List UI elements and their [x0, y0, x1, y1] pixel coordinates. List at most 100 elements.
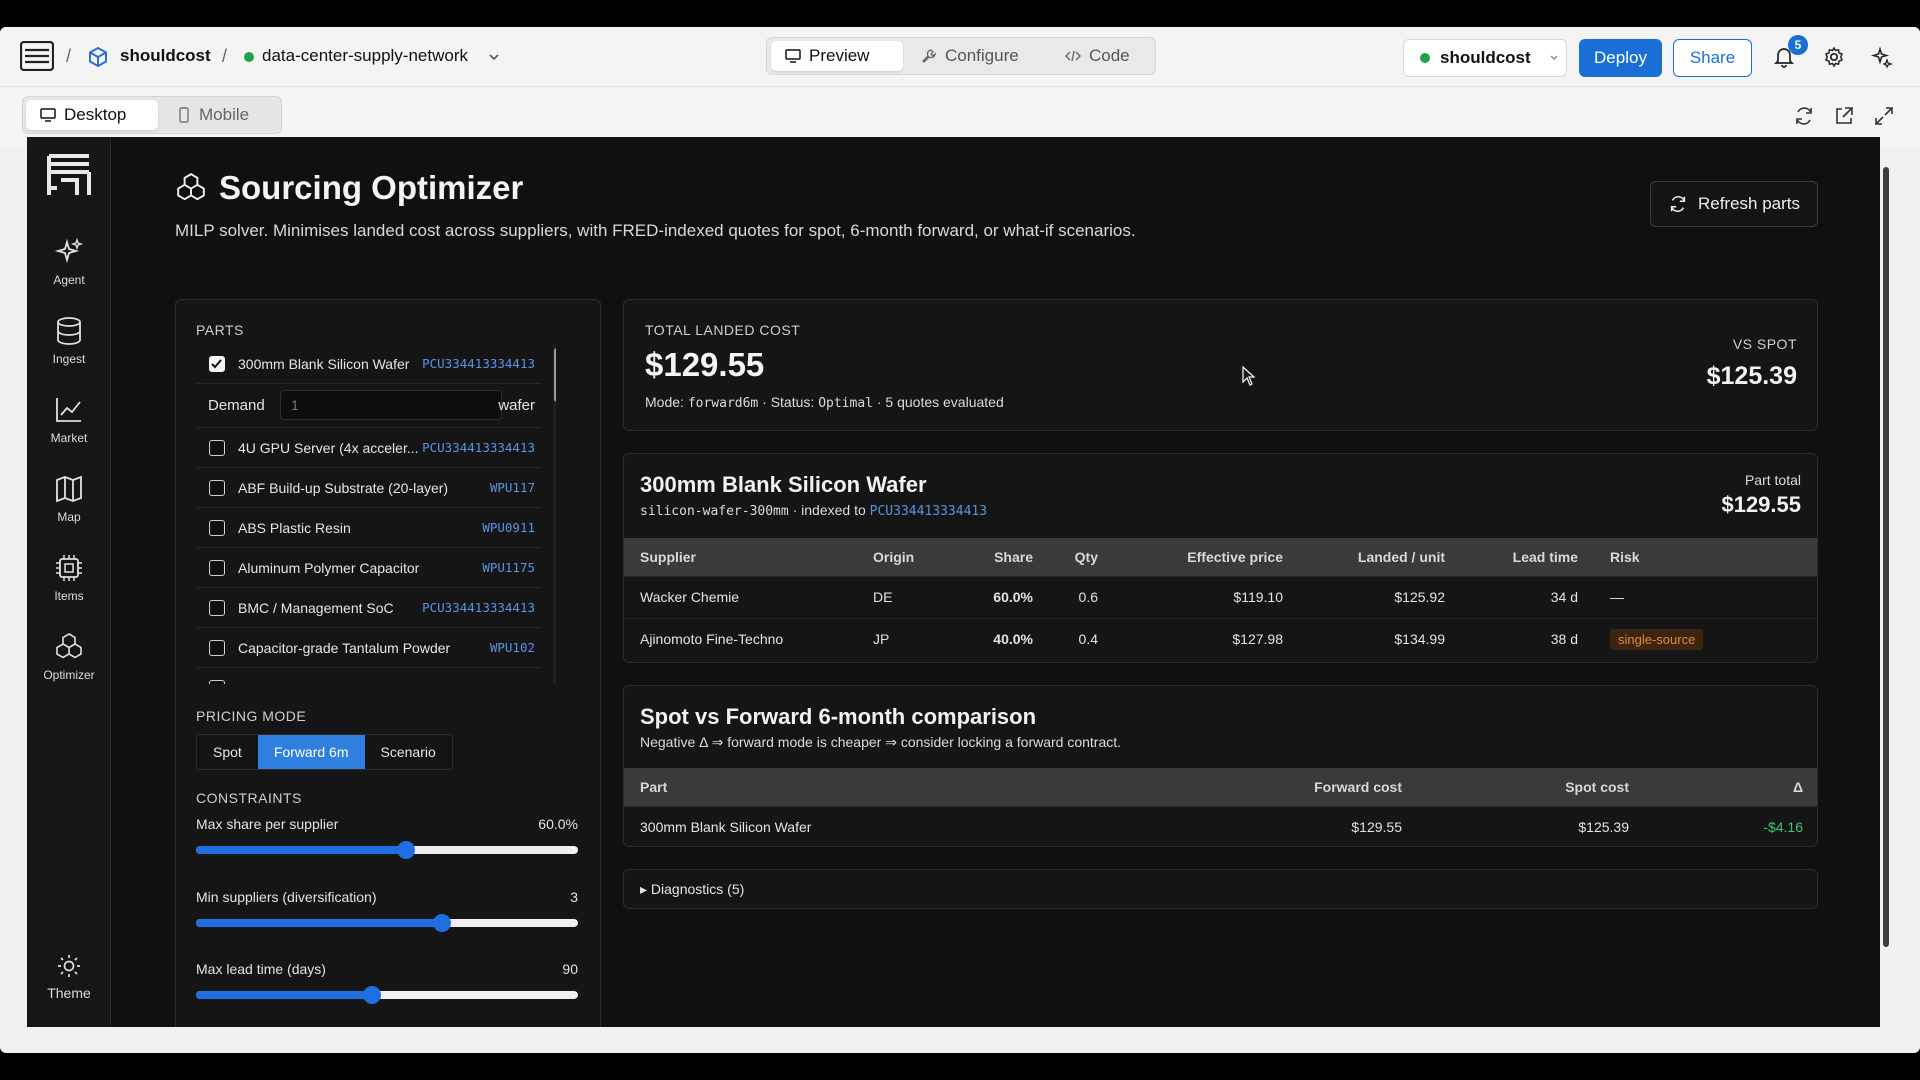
vs-spot-value: $125.39 [1706, 362, 1797, 390]
column-header: Qty [1074, 548, 1098, 565]
tab-desktop[interactable]: Desktop [26, 100, 158, 130]
list-item[interactable]: 4U GPU Server (4x acceler... PCU33441333… [196, 428, 541, 468]
menu-logo-icon[interactable] [20, 41, 54, 71]
tab-preview[interactable]: Preview [771, 41, 903, 71]
list-item[interactable]: Aluminum Polymer Capacitor WPU1175 [196, 548, 541, 588]
quotes-text: · 5 quotes evaluated [872, 394, 1004, 410]
checkbox[interactable] [209, 519, 225, 536]
wrench-icon [922, 49, 936, 63]
checkbox[interactable] [209, 639, 225, 656]
rail-item-optimizer[interactable]: Optimizer [27, 632, 111, 682]
checkbox[interactable] [209, 355, 225, 372]
lead-time-cell: 38 d [1445, 617, 1578, 660]
share-button[interactable]: Share [1673, 39, 1752, 77]
pricing-mode-forward[interactable]: Forward 6m [257, 735, 365, 769]
indexed-code-link[interactable]: PCU334413334413 [870, 504, 987, 519]
part-code[interactable]: PCU334413334413 [422, 356, 535, 371]
sparkle-icon[interactable] [1870, 45, 1894, 69]
supplier-table: Supplier Origin Share Qty Effective pric… [624, 538, 1817, 660]
list-item[interactable]: 300mm Blank Silicon Wafer PCU33441333441… [196, 344, 541, 384]
table-row[interactable]: Wacker Chemie DE 60.0% 0.6 $119.10 $125.… [624, 575, 1817, 618]
parts-scrollbar[interactable] [553, 344, 556, 684]
scrollbar-thumb[interactable] [554, 348, 556, 402]
column-header: Δ [1792, 778, 1803, 795]
checkbox[interactable] [209, 680, 225, 684]
part-code[interactable]: PCU334413334413 [422, 600, 535, 615]
deploy-button[interactable]: Deploy [1579, 39, 1662, 77]
list-item[interactable]: Capacitor-grade Tantalum Powder WPU102 [196, 628, 541, 668]
map-icon [56, 475, 82, 503]
breadcrumb-project[interactable]: data-center-supply-network [262, 46, 468, 66]
account-selector[interactable]: shouldcost [1403, 39, 1567, 77]
comparison-title: Spot vs Forward 6-month comparison [640, 704, 1037, 729]
part-detail-card: 300mm Blank Silicon Wafer silicon-wafer-… [623, 453, 1818, 663]
list-item[interactable] [196, 668, 541, 684]
slider-handle[interactable] [397, 841, 416, 859]
part-total-value: $129.55 [1721, 492, 1801, 517]
part-code[interactable]: WPU1175 [482, 560, 535, 575]
part-name: ABS Plastic Resin [238, 519, 351, 536]
rail-item-market[interactable]: Market [27, 395, 111, 445]
table-row[interactable]: 300mm Blank Silicon Wafer $129.55 $125.3… [624, 805, 1817, 846]
reload-icon[interactable] [1793, 105, 1815, 127]
slider-fill [196, 919, 443, 927]
demand-unit: wafer [498, 397, 535, 414]
pricing-mode-spot[interactable]: Spot [197, 735, 258, 769]
landed-cell: $134.99 [1283, 617, 1445, 660]
page-scrollbar[interactable] [1883, 167, 1889, 947]
list-item[interactable]: ABF Build-up Substrate (20-layer) WPU117 [196, 468, 541, 508]
tab-configure[interactable]: Configure [907, 41, 1047, 71]
diagnostics-disclosure[interactable]: ▸ Diagnostics (5) [623, 869, 1818, 909]
gear-icon[interactable] [1822, 45, 1846, 69]
rail-item-map[interactable]: Map [27, 474, 111, 524]
breadcrumb-org[interactable]: shouldcost [120, 46, 211, 66]
slider-handle[interactable] [362, 986, 381, 1004]
risk-cell: single-source [1578, 617, 1817, 660]
demand-input[interactable] [280, 390, 502, 420]
expand-icon[interactable] [1873, 105, 1895, 127]
checkbox[interactable] [209, 439, 225, 456]
tab-mobile[interactable]: Mobile [163, 100, 273, 130]
app-logo-icon[interactable] [47, 153, 91, 197]
tab-label: Preview [809, 46, 870, 65]
chevron-down-icon[interactable] [488, 51, 500, 63]
constraints-label: CONSTRAINTS [196, 790, 302, 806]
column-header: Forward cost [1314, 778, 1402, 795]
part-code[interactable]: WPU117 [490, 480, 535, 495]
tab-label: Mobile [199, 105, 250, 124]
part-code[interactable]: PCU334413334413 [422, 440, 535, 455]
column-header: Landed / unit [1357, 548, 1445, 565]
rail-item-items[interactable]: Items [27, 553, 111, 603]
rail-item-ingest[interactable]: Ingest [27, 316, 111, 366]
solver-status-line: Mode: forward6m · Status: Optimal · 5 qu… [645, 394, 1004, 411]
origin-cell: JP [873, 617, 967, 660]
part-name: BMC / Management SoC [238, 599, 394, 616]
slider-track[interactable] [196, 841, 578, 859]
theme-toggle[interactable]: Theme [27, 953, 111, 1001]
rail-item-agent[interactable]: Agent [27, 237, 111, 287]
slider-handle[interactable] [433, 914, 452, 932]
slider-fill [196, 991, 372, 999]
external-link-icon[interactable] [1833, 105, 1855, 127]
pricing-mode-scenario[interactable]: Scenario [364, 735, 452, 769]
list-item[interactable]: BMC / Management SoC PCU334413334413 [196, 588, 541, 628]
table-row[interactable]: Ajinomoto Fine-Techno JP 40.0% 0.4 $127.… [624, 617, 1817, 660]
checkbox[interactable] [209, 479, 225, 496]
share-cell: 40.0% [967, 617, 1033, 660]
list-item[interactable]: ABS Plastic Resin WPU0911 [196, 508, 541, 548]
theme-label: Theme [47, 985, 91, 1001]
slider-track[interactable] [196, 914, 578, 932]
forward-cost-cell: $129.55 [1167, 805, 1402, 846]
checkbox[interactable] [209, 559, 225, 576]
part-code[interactable]: WPU102 [490, 640, 535, 655]
part-code[interactable]: WPU0911 [482, 520, 535, 535]
checkbox[interactable] [209, 599, 225, 616]
refresh-parts-button[interactable]: Refresh parts [1650, 181, 1818, 227]
page-title: Sourcing Optimizer [175, 169, 523, 207]
refresh-icon [1670, 196, 1686, 212]
qty-cell: 0.4 [1033, 617, 1098, 660]
slider-track[interactable] [196, 986, 578, 1004]
mode-prefix: Mode: [645, 394, 688, 410]
tab-code[interactable]: Code [1051, 41, 1151, 71]
column-header: Risk [1610, 548, 1640, 565]
